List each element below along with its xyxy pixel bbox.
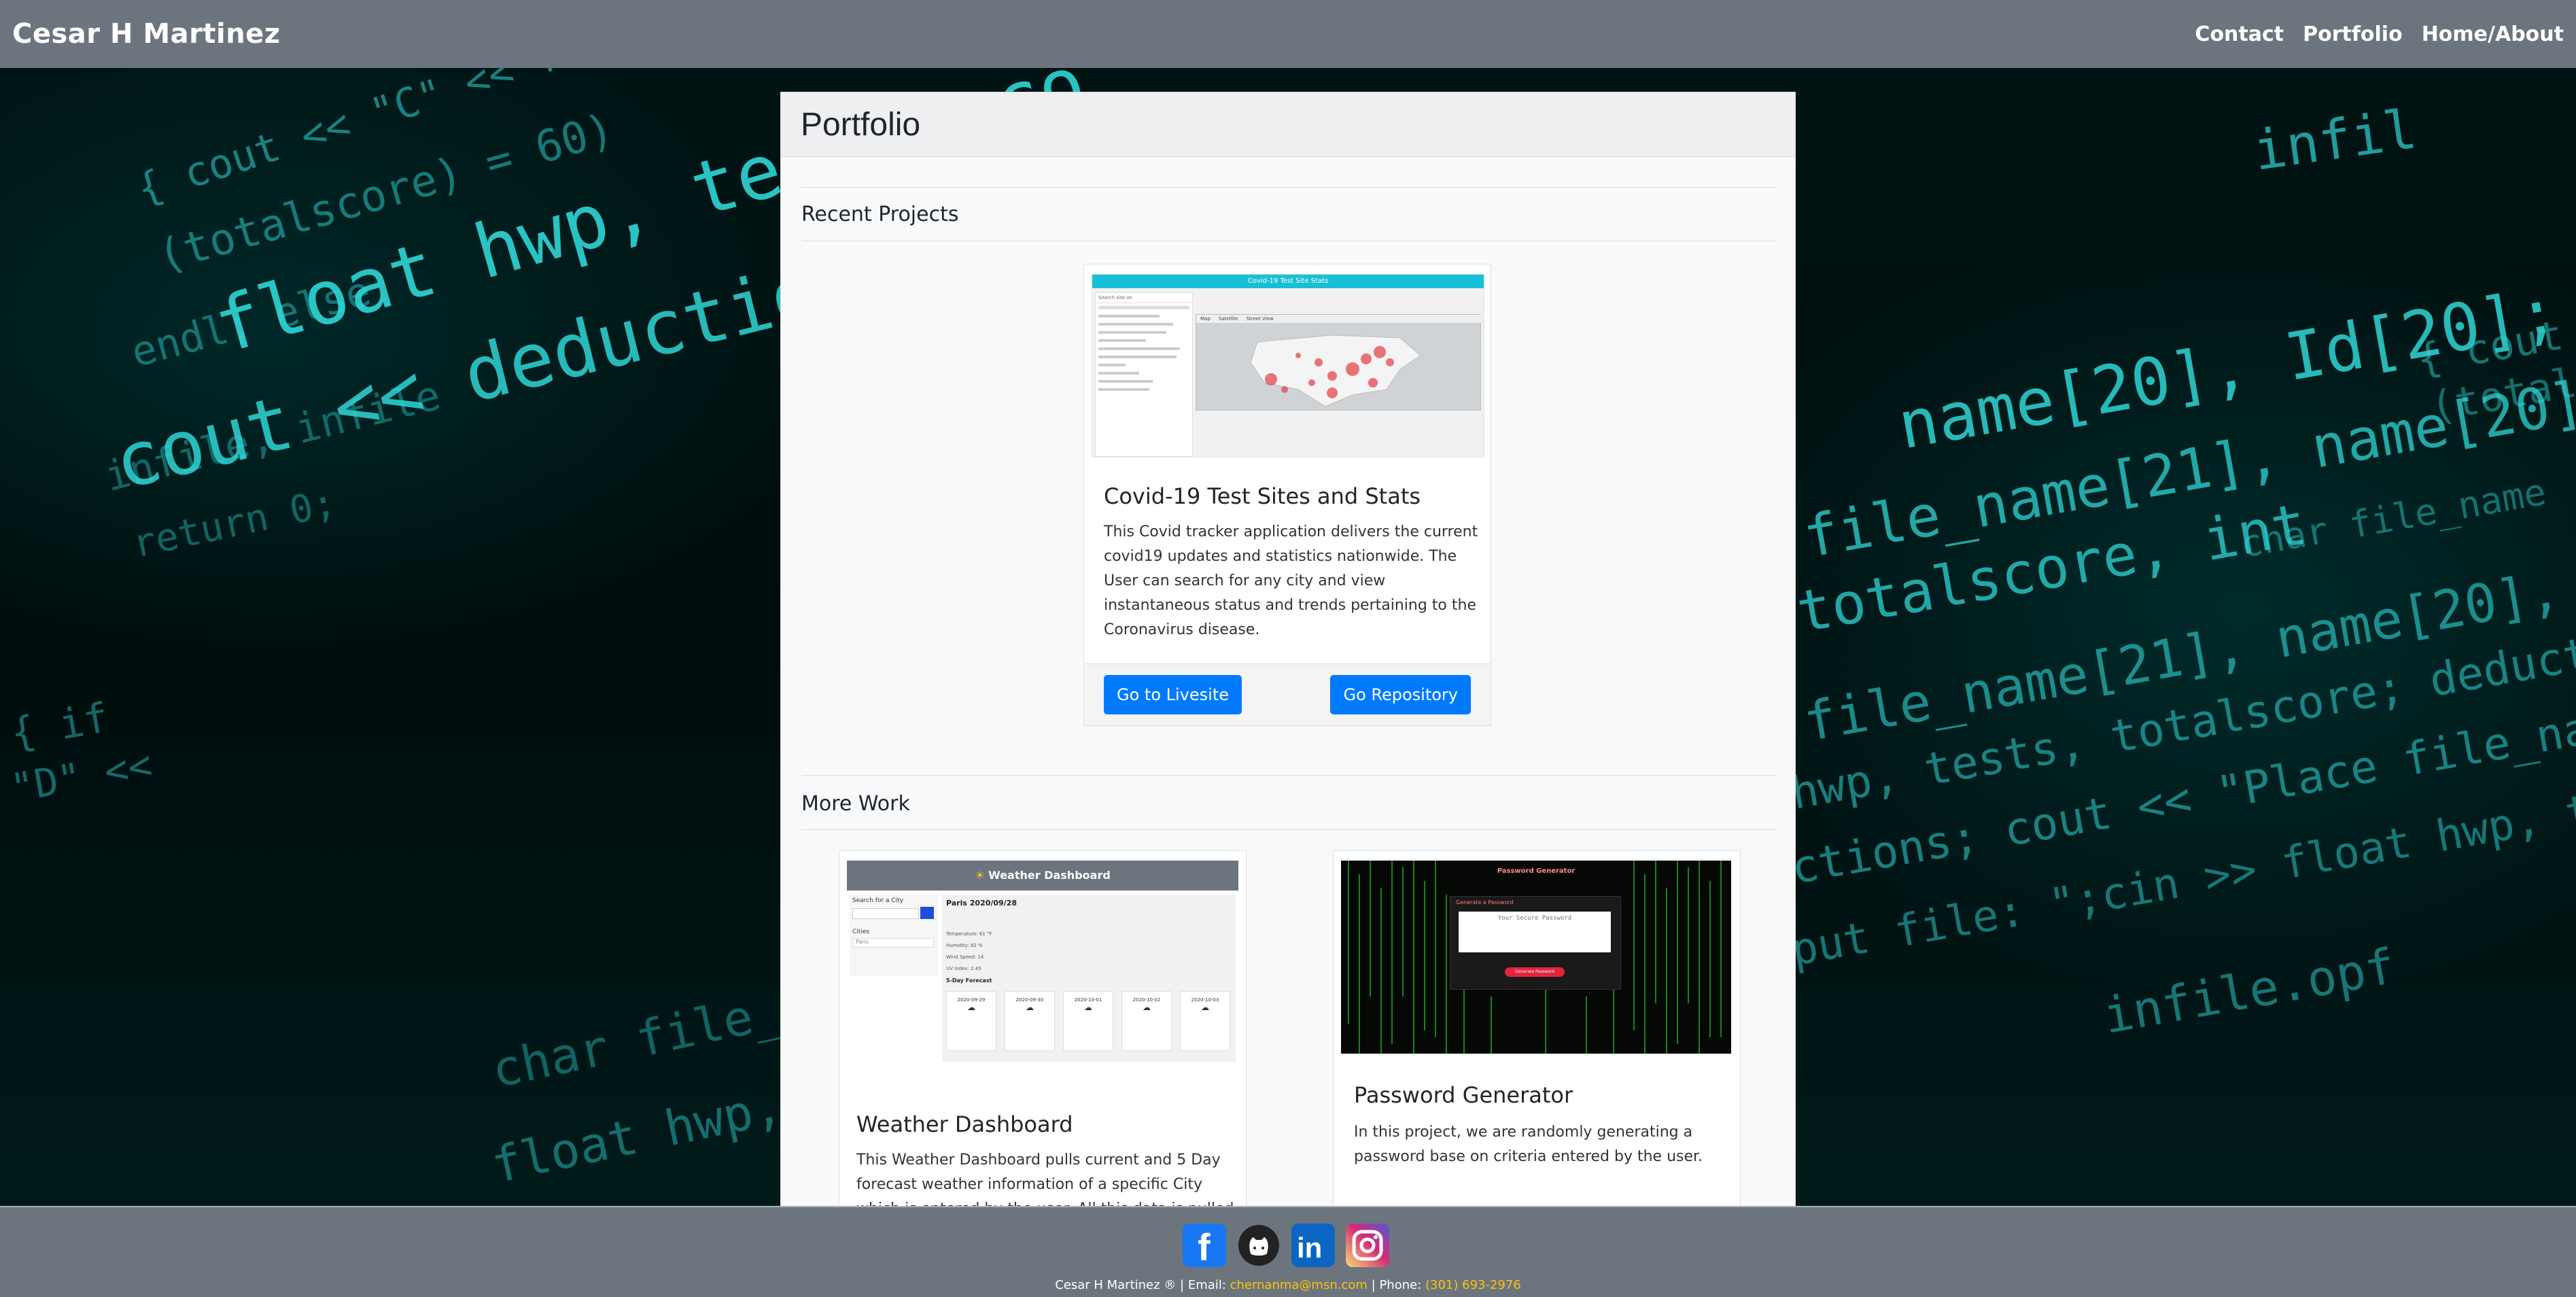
sun-icon: ☀: [975, 869, 985, 882]
more-work-heading: More Work: [801, 792, 910, 816]
divider: [801, 187, 1776, 188]
weather-thumb-city: Paris: [852, 938, 934, 948]
password-thumb-header: Password Generator: [1497, 867, 1576, 875]
covid-card-footer: Go to Livesite Go Repository: [1084, 663, 1491, 725]
facebook-icon[interactable]: f: [1183, 1224, 1226, 1267]
footer-name: Cesar H Martinez ®: [1055, 1278, 1177, 1292]
forecast-day: 2020-10-02 ☁: [1121, 991, 1172, 1051]
forecast-day: 2020-10-03 ☁: [1180, 991, 1230, 1051]
social-icons: f in: [1183, 1224, 1389, 1267]
weather-thumb-sidebar: Search for a City Cities Paris: [850, 895, 938, 976]
covid-project-screenshot[interactable]: Covid-19 Test Site Stats Search site on …: [1092, 274, 1484, 457]
password-thumb-panel: Generate a Password Your Secure Password…: [1450, 896, 1621, 990]
weather-project-screenshot[interactable]: ☀ Weather Dashboard Search for a City Ci…: [847, 861, 1238, 1063]
divider: [801, 775, 1776, 776]
weather-thumb-title: Weather Dashboard: [988, 869, 1111, 882]
nav-home-about-link[interactable]: Home/About: [2422, 22, 2564, 46]
weather-thumb-main: Paris 2020/09/28 Temperature: 61 °F Humi…: [942, 895, 1236, 1062]
cloud-icon: ☁: [1084, 1003, 1092, 1012]
portfolio-panel: Portfolio Recent Projects Covid-19 Test …: [780, 92, 1796, 1207]
description-line: forecast weather information of a specif…: [856, 1176, 1202, 1193]
forecast-day: 2020-10-01 ☁: [1063, 991, 1113, 1051]
go-repository-button[interactable]: Go Repository: [1330, 675, 1471, 714]
weather-thumb-cities-label: Cities: [852, 929, 870, 935]
forecast-day: 2020-09-30 ☁: [1005, 991, 1055, 1051]
description-line: This Weather Dashboard pulls current and…: [856, 1152, 1221, 1169]
covid-project-description: This Covid tracker application delivers …: [1104, 520, 1478, 642]
github-icon[interactable]: [1237, 1224, 1281, 1267]
cloud-icon: ☁: [1026, 1003, 1034, 1012]
covid-thumb-sidebar: Search site on: [1095, 292, 1193, 457]
description-line: password base on criteria entered by the…: [1354, 1148, 1703, 1165]
description-line: User can search for any city and view: [1104, 572, 1386, 589]
password-project-card: Password Generator Generate a Password Y…: [1333, 850, 1741, 1206]
password-project-screenshot[interactable]: Password Generator Generate a Password Y…: [1341, 861, 1731, 1054]
code-fragment: infile.opf: [2099, 937, 2399, 1045]
linkedin-icon[interactable]: in: [1291, 1224, 1335, 1267]
description-line: Coronavirus disease.: [1104, 621, 1260, 638]
password-project-title: Password Generator: [1354, 1082, 1573, 1108]
forecast-day: 2020-09-29 ☁: [946, 991, 996, 1051]
cloud-icon: ☁: [1143, 1003, 1151, 1012]
description-line: covid19 updates and statistics nationwid…: [1104, 548, 1457, 565]
covid-thumb-search: Search site on: [1096, 293, 1192, 303]
svg-text:f: f: [1198, 1226, 1211, 1267]
navbar: Cesar H Martinez Contact Portfolio Home/…: [0, 0, 2576, 68]
page-title: Portfolio: [801, 106, 921, 143]
weather-thumb-detail: Temperature: 61 °F: [946, 931, 992, 937]
footer: f in Cesar H Martinez ® | Email: chernan…: [0, 1206, 2576, 1297]
nav-links: Contact Portfolio Home/About: [2195, 22, 2564, 46]
footer-email-label: | Email:: [1180, 1278, 1226, 1292]
password-thumb-sub: Generate a Password: [1456, 899, 1514, 905]
recent-projects-heading: Recent Projects: [801, 203, 959, 226]
svg-text:in: in: [1297, 1232, 1322, 1264]
weather-project-description: This Weather Dashboard pulls current and…: [856, 1148, 1234, 1206]
weather-thumb-detail: UV Index: 2.45: [946, 966, 981, 971]
us-map-icon: [1250, 334, 1421, 407]
footer-phone-link[interactable]: (301) 693-2976: [1425, 1278, 1521, 1292]
weather-thumb-header: ☀ Weather Dashboard: [847, 861, 1238, 890]
weather-thumb-detail: Humidity: 82 %: [946, 943, 983, 948]
description-line: This Covid tracker application delivers …: [1104, 523, 1478, 540]
footer-phone-label: | Phone:: [1371, 1278, 1422, 1292]
go-to-livesite-button[interactable]: Go to Livesite: [1104, 675, 1242, 714]
weather-thumb-detail: Wind Speed: 14: [946, 954, 984, 960]
description-line: instantaneous status and trends pertaini…: [1104, 597, 1476, 614]
divider: [801, 829, 1776, 830]
panel-header: Portfolio: [781, 92, 1795, 157]
instagram-icon[interactable]: [1346, 1224, 1389, 1267]
weather-thumb-forecast-label: 5-Day Forecast: [946, 978, 992, 984]
password-thumb-button: Generate Password: [1505, 967, 1565, 977]
brand-title[interactable]: Cesar H Martinez: [12, 18, 281, 50]
cloud-icon: ☁: [967, 1003, 975, 1012]
weather-thumb-search-label: Search for a City: [852, 897, 904, 904]
nav-contact-link[interactable]: Contact: [2195, 22, 2284, 46]
password-project-description: In this project, we are randomly generat…: [1354, 1120, 1703, 1169]
code-fragment: { if: [7, 694, 111, 758]
nav-portfolio-link[interactable]: Portfolio: [2303, 22, 2403, 46]
description-line: which is entered by the user. All this d…: [856, 1197, 1234, 1206]
weather-project-title: Weather Dashboard: [856, 1111, 1073, 1137]
covid-thumb-map: Map Satellite Street View: [1196, 314, 1484, 411]
password-thumb-field: Your Secure Password: [1459, 912, 1611, 952]
code-fragment: infil: [2250, 97, 2420, 183]
weather-thumb-current: Paris 2020/09/28: [946, 899, 1017, 907]
covid-project-title: Covid-19 Test Sites and Stats: [1104, 483, 1421, 509]
footer-contact-line: Cesar H Martinez ® | Email: chernanma@ms…: [0, 1278, 2576, 1292]
weather-thumb-forecast: 2020-09-29 ☁ 2020-09-30 ☁ 2020-10-01 ☁ 2020…: [946, 991, 1230, 1051]
cloud-icon: ☁: [1201, 1003, 1209, 1012]
footer-email-link[interactable]: chernanma@msn.com: [1230, 1278, 1368, 1292]
description-line: In this project, we are randomly generat…: [1354, 1124, 1693, 1141]
covid-project-card: Covid-19 Test Site Stats Search site on …: [1083, 264, 1491, 726]
covid-thumb-header: Covid-19 Test Site Stats: [1092, 275, 1484, 288]
weather-project-card: ☀ Weather Dashboard Search for a City Ci…: [839, 850, 1247, 1206]
